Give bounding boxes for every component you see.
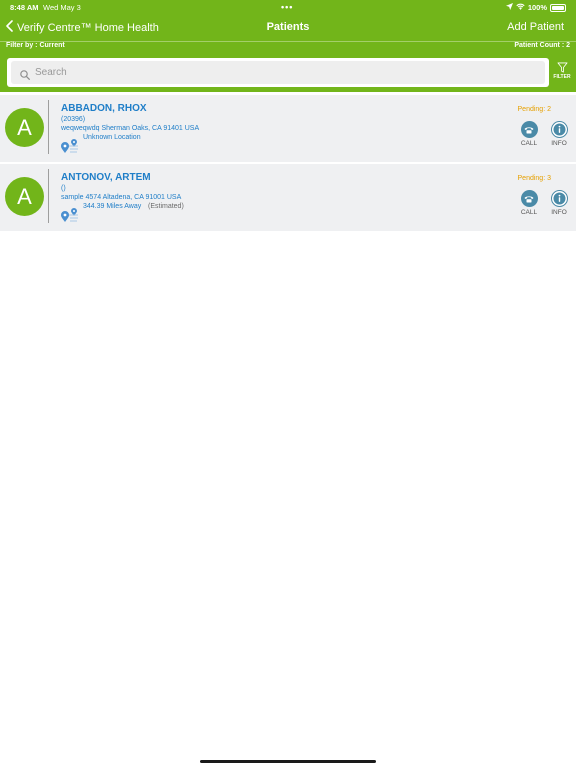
location-estimate: (Estimated)	[148, 203, 184, 210]
filter-bar: Filter by : Current Patient Count : 2	[0, 42, 576, 54]
wifi-icon	[516, 3, 525, 12]
patient-location: Unknown Location	[83, 134, 141, 141]
avatar: A	[5, 177, 44, 216]
filter-button-label: FILTER	[553, 74, 571, 80]
call-label: CALL	[520, 140, 538, 147]
home-indicator[interactable]	[200, 760, 376, 763]
pending-count: Pending: 2	[517, 106, 551, 113]
row-divider	[48, 100, 49, 154]
row-divider	[48, 169, 49, 223]
location-arrow-icon	[505, 3, 513, 12]
info-label: INFO	[551, 140, 567, 147]
map-route-icon[interactable]	[61, 140, 79, 158]
patient-row[interactable]: A ABBADON, RHOX (20396) weqweqwdq Sherma…	[0, 95, 576, 162]
patient-id: (20396)	[61, 116, 86, 123]
search-icon	[20, 67, 30, 85]
patient-id: ()	[61, 185, 66, 192]
status-time: 8:48 AM	[10, 3, 39, 12]
patient-name[interactable]: ANTONOV, ARTEM	[61, 172, 151, 183]
phone-icon	[520, 121, 538, 138]
header: 8:48 AM Wed May 3 ••• 100% Verify Centre…	[0, 0, 576, 92]
info-label: INFO	[551, 209, 567, 216]
call-label: CALL	[520, 209, 538, 216]
search-container	[7, 58, 549, 87]
page-title: Patients	[0, 21, 576, 33]
avatar: A	[5, 108, 44, 147]
map-route-icon[interactable]	[61, 209, 79, 227]
phone-icon	[520, 190, 538, 207]
filter-by-label: Filter by : Current	[6, 42, 65, 49]
page-title-text: Patients	[266, 21, 310, 33]
multitasking-dots-icon[interactable]: •••	[281, 2, 293, 12]
patient-list: A ABBADON, RHOX (20396) weqweqwdq Sherma…	[0, 95, 576, 233]
patient-row[interactable]: A ANTONOV, ARTEM () sample 4574 Altadena…	[0, 164, 576, 231]
info-icon	[550, 121, 568, 138]
patient-count: Patient Count : 2	[514, 42, 570, 49]
search-input[interactable]	[35, 63, 535, 82]
battery-icon	[550, 3, 566, 12]
status-bar: 8:48 AM Wed May 3 ••• 100%	[0, 0, 576, 14]
info-icon	[550, 190, 568, 207]
status-date: Wed May 3	[43, 3, 81, 12]
filter-button[interactable]: FILTER	[550, 60, 574, 84]
patient-name[interactable]: ABBADON, RHOX	[61, 103, 147, 114]
pending-count: Pending: 3	[517, 175, 551, 182]
info-button[interactable]: INFO	[547, 121, 571, 147]
patient-address: weqweqwdq Sherman Oaks, CA 91401 USA	[61, 125, 200, 132]
battery-percent: 100%	[527, 3, 547, 12]
patient-address: sample 4574 Altadena, CA 91001 USA	[61, 194, 182, 201]
call-button[interactable]: CALL	[517, 121, 541, 147]
nav-bar: Verify Centre™ Home Health Patients Add …	[0, 18, 576, 40]
add-patient-button[interactable]: Add Patient	[507, 21, 564, 33]
info-button[interactable]: INFO	[547, 190, 571, 216]
status-right: 100%	[505, 3, 566, 12]
patient-location: 344.39 Miles Away	[83, 203, 142, 210]
search-box[interactable]	[11, 61, 545, 84]
call-button[interactable]: CALL	[517, 190, 541, 216]
